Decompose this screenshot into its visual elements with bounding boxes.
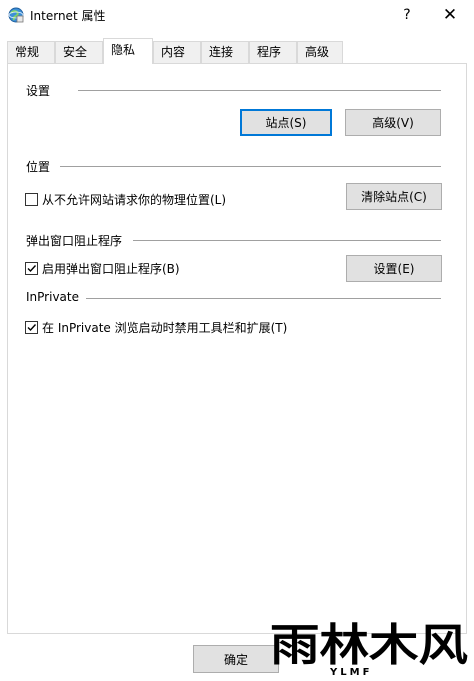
internet-options-icon <box>8 7 24 23</box>
popup-checkbox-label: 启用弹出窗口阻止程序(B) <box>42 262 180 276</box>
settings-heading: 设置 <box>26 82 51 99</box>
tab-advanced[interactable]: 高级 <box>297 41 343 63</box>
tab-security[interactable]: 安全 <box>55 41 103 63</box>
tab-general[interactable]: 常规 <box>7 41 55 63</box>
watermark-logo: 雨林木风 YLMF <box>268 620 470 678</box>
checkmark-icon <box>27 265 37 273</box>
tab-content[interactable]: 内容 <box>153 41 201 63</box>
ok-button[interactable]: 确定 <box>193 645 279 673</box>
inprivate-heading: InPrivate <box>26 290 79 304</box>
popup-checkbox[interactable] <box>25 262 38 275</box>
location-checkbox-row[interactable]: 从不允许网站请求你的物理位置(L) <box>25 191 226 208</box>
ylmf-logo-icon: 雨林木风 YLMF <box>270 620 468 678</box>
clear-sites-button[interactable]: 清除站点(C) <box>346 183 442 210</box>
inprivate-checkbox-label: 在 InPrivate 浏览启动时禁用工具栏和扩展(T) <box>42 321 288 335</box>
popup-checkbox-row[interactable]: 启用弹出窗口阻止程序(B) <box>25 260 180 277</box>
popup-blocker-divider <box>133 240 441 241</box>
svg-text:雨林木风: 雨林木风 <box>270 622 468 671</box>
tab-privacy[interactable]: 隐私 <box>103 38 153 64</box>
tab-connections[interactable]: 连接 <box>201 41 249 63</box>
privacy-panel <box>7 63 467 634</box>
tab-programs[interactable]: 程序 <box>249 41 297 63</box>
popup-blocker-heading: 弹出窗口阻止程序 <box>26 232 123 249</box>
title-bar: Internet 属性 ? ✕ <box>0 0 474 31</box>
popup-settings-button[interactable]: 设置(E) <box>346 255 442 282</box>
help-button[interactable]: ? <box>388 0 426 30</box>
inprivate-checkbox[interactable] <box>25 321 38 334</box>
close-button[interactable]: ✕ <box>426 0 474 30</box>
inprivate-checkbox-row[interactable]: 在 InPrivate 浏览启动时禁用工具栏和扩展(T) <box>25 319 287 336</box>
window-title: Internet 属性 <box>30 9 106 23</box>
inprivate-divider <box>86 298 441 299</box>
settings-divider <box>78 90 441 91</box>
location-divider <box>60 166 441 167</box>
svg-text:YLMF: YLMF <box>329 667 372 678</box>
location-heading: 位置 <box>26 158 51 175</box>
location-checkbox-label: 从不允许网站请求你的物理位置(L) <box>42 193 227 207</box>
sites-button[interactable]: 站点(S) <box>240 109 332 136</box>
advanced-button[interactable]: 高级(V) <box>345 109 441 136</box>
location-checkbox[interactable] <box>25 193 38 206</box>
checkmark-icon <box>27 324 37 332</box>
